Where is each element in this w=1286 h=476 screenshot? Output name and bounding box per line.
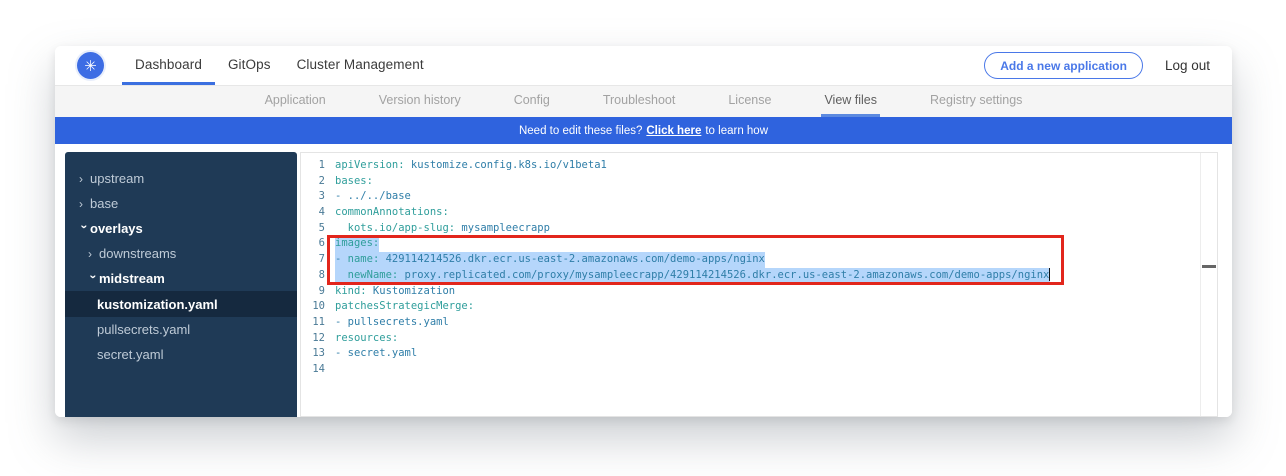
line-number: 1 (301, 158, 335, 174)
tab-config[interactable]: Config (511, 86, 553, 117)
tree-folder-overlays[interactable]: ›overlays (65, 216, 297, 241)
line-number: 2 (301, 174, 335, 190)
chevron-down-icon: › (87, 274, 101, 285)
top-nav-items: DashboardGitOpsCluster Management (122, 46, 437, 85)
yaml-file-viewer[interactable]: 1apiVersion: kustomize.config.k8s.io/v1b… (300, 152, 1218, 417)
chevron-down-icon: › (78, 224, 92, 235)
app-sub-nav: Application Version history Config Troubles… (55, 86, 1232, 117)
code-line: 12resources: (301, 331, 1217, 347)
code-text: commonAnnotations: (335, 205, 449, 221)
banner-text-prefix: Need to edit these files? (519, 125, 642, 137)
line-number: 13 (301, 346, 335, 362)
code-line: 2bases: (301, 174, 1217, 190)
code-text: patchesStrategicMerge: (335, 299, 474, 315)
code-line: 4commonAnnotations: (301, 205, 1217, 221)
code-line: 6images: (301, 236, 1217, 252)
chevron-right-icon: › (79, 197, 90, 211)
code-text: - pullsecrets.yaml (335, 315, 449, 331)
code-line: 5 kots.io/app-slug: mysampleecrapp (301, 221, 1217, 237)
line-number: 10 (301, 299, 335, 315)
tree-item-label: overlays (90, 221, 143, 236)
text-cursor (1049, 268, 1050, 281)
line-number: 11 (301, 315, 335, 331)
line-number: 14 (301, 362, 335, 378)
nav-item-dashboard[interactable]: Dashboard (122, 46, 215, 85)
line-number: 9 (301, 284, 335, 300)
admin-console-window: ✳ DashboardGitOpsCluster Management Add … (55, 46, 1232, 417)
logout-link[interactable]: Log out (1165, 58, 1210, 73)
tab-troubleshoot[interactable]: Troubleshoot (600, 86, 679, 117)
code-line: 14 (301, 362, 1217, 378)
banner-text-suffix: to learn how (705, 125, 768, 137)
line-number: 3 (301, 189, 335, 205)
tree-item-label: downstreams (99, 246, 176, 261)
line-number: 5 (301, 221, 335, 237)
code-text-selected: - name: 429114214526.dkr.ecr.us-east-2.a… (335, 252, 765, 268)
line-number: 8 (301, 268, 335, 284)
top-nav-right: Add a new application Log out (984, 46, 1210, 85)
tree-file-pullsecrets-yaml[interactable]: pullsecrets.yaml (65, 317, 297, 342)
code-text: - ../../base (335, 189, 411, 205)
code-line: 7- name: 429114214526.dkr.ecr.us-east-2.… (301, 252, 1217, 268)
code-line: 8 newName: proxy.replicated.com/proxy/my… (301, 268, 1217, 284)
tab-registry-settings[interactable]: Registry settings (927, 86, 1025, 117)
code-text: kots.io/app-slug: mysampleecrapp (335, 221, 550, 237)
code-line: 13- secret.yaml (301, 346, 1217, 362)
code-line: 10patchesStrategicMerge: (301, 299, 1217, 315)
tree-item-label: kustomization.yaml (97, 297, 218, 312)
edit-files-banner: Need to edit these files? Click here to … (55, 117, 1232, 144)
code-line: 11- pullsecrets.yaml (301, 315, 1217, 331)
code-line: 3- ../../base (301, 189, 1217, 205)
add-application-button[interactable]: Add a new application (984, 52, 1143, 79)
code-line: 1apiVersion: kustomize.config.k8s.io/v1b… (301, 158, 1217, 174)
line-number: 4 (301, 205, 335, 221)
line-number: 7 (301, 252, 335, 268)
tree-item-label: base (90, 196, 118, 211)
tree-folder-downstreams[interactable]: ›downstreams (65, 241, 297, 266)
banner-click-here-link[interactable]: Click here (646, 125, 701, 137)
code-text: - secret.yaml (335, 346, 417, 362)
nav-item-cluster-management[interactable]: Cluster Management (284, 46, 437, 85)
code-text: resources: (335, 331, 398, 347)
tab-license[interactable]: License (725, 86, 774, 117)
chevron-right-icon: › (88, 247, 99, 261)
code-text-selected: newName: proxy.replicated.com/proxy/mysa… (335, 268, 1050, 284)
nav-item-gitops[interactable]: GitOps (215, 46, 284, 85)
chevron-right-icon: › (79, 172, 90, 186)
line-number: 12 (301, 331, 335, 347)
editor-scrollbar-track (1200, 153, 1201, 416)
code-text: bases: (335, 174, 373, 190)
tab-application[interactable]: Application (262, 86, 329, 117)
line-number: 6 (301, 236, 335, 252)
view-files-content: ›upstream›base›overlays›downstreams›mids… (55, 144, 1232, 417)
tree-item-label: secret.yaml (97, 347, 163, 362)
kubernetes-logo-icon: ✳ (77, 52, 104, 79)
editor-scrollbar-thumb[interactable] (1202, 265, 1216, 268)
tree-file-kustomization-yaml[interactable]: kustomization.yaml (65, 291, 297, 317)
file-tree-sidebar: ›upstream›base›overlays›downstreams›mids… (65, 152, 297, 417)
top-nav: ✳ DashboardGitOpsCluster Management Add … (55, 46, 1232, 86)
tab-version-history[interactable]: Version history (376, 86, 464, 117)
tree-item-label: midstream (99, 271, 165, 286)
tree-folder-midstream[interactable]: ›midstream (65, 266, 297, 291)
tab-view-files[interactable]: View files (821, 86, 880, 117)
code-text-selected: images: (335, 236, 379, 252)
code-line: 9kind: Kustomization (301, 284, 1217, 300)
logo-wrap: ✳ (77, 46, 104, 85)
tree-item-label: pullsecrets.yaml (97, 322, 190, 337)
tree-folder-base[interactable]: ›base (65, 191, 297, 216)
tree-folder-upstream[interactable]: ›upstream (65, 166, 297, 191)
code-text: kind: Kustomization (335, 284, 455, 300)
tree-file-secret-yaml[interactable]: secret.yaml (65, 342, 297, 367)
tree-item-label: upstream (90, 171, 144, 186)
code-text: apiVersion: kustomize.config.k8s.io/v1be… (335, 158, 607, 174)
